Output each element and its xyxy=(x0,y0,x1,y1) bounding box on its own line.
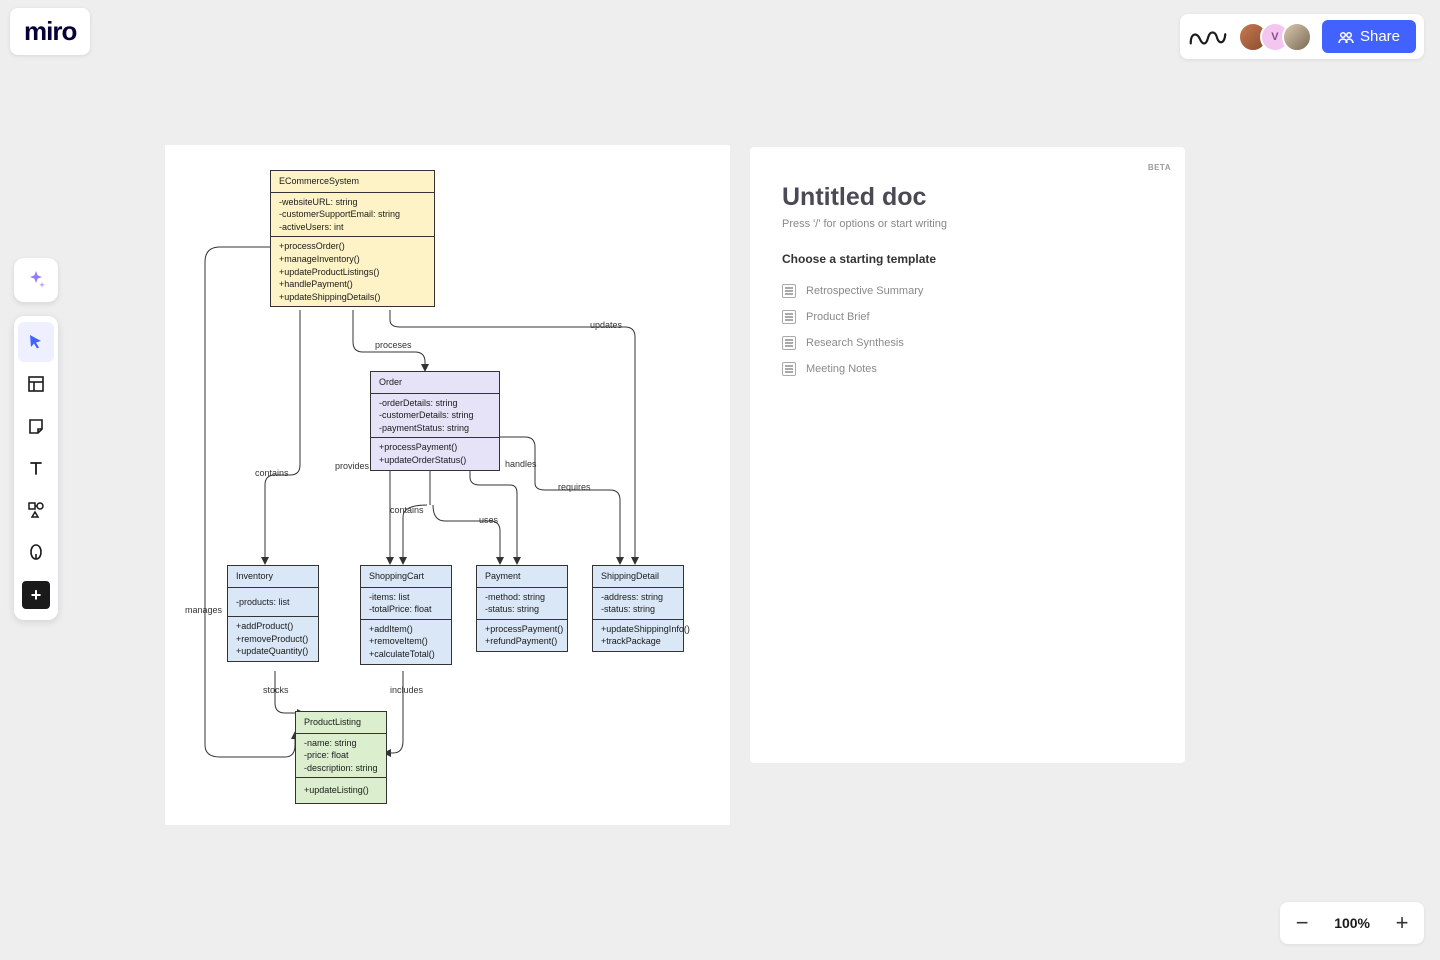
class-title: ECommerceSystem xyxy=(271,171,434,193)
select-tool[interactable] xyxy=(18,322,54,362)
class-payment[interactable]: Payment -method: string -status: string … xyxy=(476,565,568,652)
class-order[interactable]: Order -orderDetails: string -customerDet… xyxy=(370,371,500,471)
beta-badge: BETA xyxy=(1148,163,1171,172)
doc-hint: Press '/' for options or start writing xyxy=(782,218,1153,230)
template-meeting-notes[interactable]: Meeting Notes xyxy=(782,356,1153,382)
edge-includes: includes xyxy=(390,685,423,695)
edge-processes: proceses xyxy=(375,340,412,350)
add-tool[interactable]: + xyxy=(18,574,54,614)
miro-logo[interactable]: miro xyxy=(10,8,90,55)
class-title: Inventory xyxy=(228,566,318,588)
diagram-canvas[interactable]: ECommerceSystem -websiteURL: string -cus… xyxy=(165,145,730,825)
edge-requires: requires xyxy=(558,482,591,492)
edge-updates: updates xyxy=(590,320,622,330)
class-title: ProductListing xyxy=(296,712,386,734)
doc-icon xyxy=(782,362,796,376)
class-title: Payment xyxy=(477,566,567,588)
class-productlisting[interactable]: ProductListing -name: string -price: flo… xyxy=(295,711,387,804)
class-title: ShippingDetail xyxy=(593,566,683,588)
doc-panel[interactable]: BETA Untitled doc Press '/' for options … xyxy=(750,147,1185,763)
class-shipping[interactable]: ShippingDetail -address: string -status:… xyxy=(592,565,684,652)
template-product-brief[interactable]: Product Brief xyxy=(782,304,1153,330)
template-research-synthesis[interactable]: Research Synthesis xyxy=(782,330,1153,356)
share-icon xyxy=(1338,29,1354,45)
class-shoppingcart[interactable]: ShoppingCart -items: list -totalPrice: f… xyxy=(360,565,452,665)
doc-icon xyxy=(782,284,796,298)
templates-tool[interactable] xyxy=(18,364,54,404)
reactions-icon[interactable] xyxy=(1188,25,1228,49)
share-button[interactable]: Share xyxy=(1322,20,1416,53)
edge-provides: provides xyxy=(335,461,369,471)
class-inventory[interactable]: Inventory -products: list +addProduct() … xyxy=(227,565,319,662)
doc-icon xyxy=(782,310,796,324)
edge-manages: manages xyxy=(185,605,222,615)
presence-avatars[interactable]: V xyxy=(1238,22,1312,52)
header-actions: V Share xyxy=(1180,14,1424,59)
class-title: ShoppingCart xyxy=(361,566,451,588)
edge-contains1: contains xyxy=(255,468,289,478)
edge-stocks: stocks xyxy=(263,685,289,695)
template-heading: Choose a starting template xyxy=(782,252,1153,266)
ai-sparkle-button[interactable] xyxy=(14,258,58,302)
share-label: Share xyxy=(1360,28,1400,45)
doc-icon xyxy=(782,336,796,350)
edge-contains2: contains xyxy=(390,505,424,515)
zoom-in-button[interactable]: + xyxy=(1392,910,1412,936)
edge-handles: handles xyxy=(505,459,537,469)
sticky-note-tool[interactable] xyxy=(18,406,54,446)
diagram-connectors xyxy=(165,145,730,825)
template-retrospective[interactable]: Retrospective Summary xyxy=(782,278,1153,304)
tool-toolbar: + xyxy=(14,316,58,620)
zoom-value[interactable]: 100% xyxy=(1334,915,1370,931)
pen-tool[interactable] xyxy=(18,532,54,572)
class-ecommerce[interactable]: ECommerceSystem -websiteURL: string -cus… xyxy=(270,170,435,307)
shapes-tool[interactable] xyxy=(18,490,54,530)
text-tool[interactable] xyxy=(18,448,54,488)
edge-uses: uses xyxy=(479,515,498,525)
class-title: Order xyxy=(371,372,499,394)
plus-icon: + xyxy=(22,581,50,609)
doc-title[interactable]: Untitled doc xyxy=(782,183,1153,212)
zoom-control: − 100% + xyxy=(1280,902,1424,944)
zoom-out-button[interactable]: − xyxy=(1292,910,1312,936)
